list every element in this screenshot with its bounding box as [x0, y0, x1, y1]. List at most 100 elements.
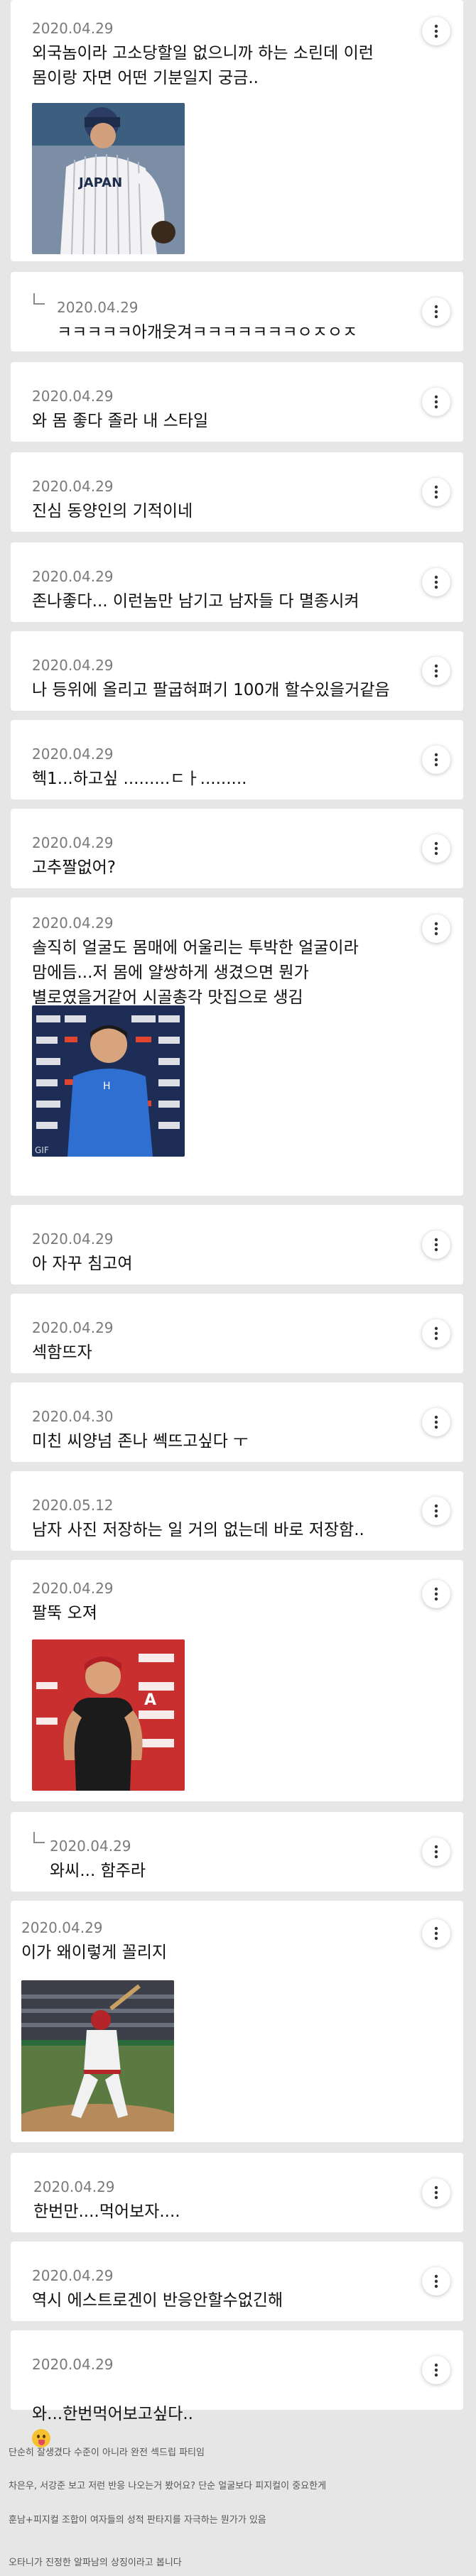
more-options-button[interactable]	[422, 834, 450, 863]
comment-text: 고추짤없어?	[32, 858, 117, 877]
more-options-button[interactable]	[422, 746, 450, 774]
more-vertical-icon	[434, 1326, 438, 1341]
comment-text: 역시 에스트로겐이 반응안할수없긴해	[32, 2291, 283, 2310]
more-options-button[interactable]	[422, 1319, 450, 1348]
svg-text:GIF: GIF	[35, 1145, 49, 1155]
comment-date: 2020.04.29	[32, 2267, 114, 2284]
comment-image[interactable]: A	[32, 1639, 185, 1791]
more-options-button[interactable]	[422, 915, 450, 943]
comment-text: 섹함뜨자	[32, 1343, 92, 1362]
footer-text: 차은우, 서강준 보고 저런 반응 나오는거 봤어요? 단순 얼굴보다 피지컬이…	[9, 2481, 327, 2492]
comment-text: ㅋㅋㅋㅋㅋ아개웃겨ㅋㅋㅋㅋㅋㅋㅋㅇㅈㅇㅈ	[57, 323, 358, 342]
more-options-button[interactable]	[422, 657, 450, 685]
comment-date: 2020.04.29	[50, 1838, 131, 1855]
comment-card: 2020.04.29 한번만....먹어보자....	[11, 2153, 463, 2232]
comment-card: 2020.04.29 진심 동양인의 기적이네	[11, 452, 463, 532]
comment-card: 2020.04.29 와 몸 좋다 졸라 내 스타일	[11, 362, 463, 442]
comment-card: 2020.05.12 남자 사진 저장하는 일 거의 없는데 바로 저장함..	[11, 1471, 463, 1551]
more-vertical-icon	[434, 305, 438, 319]
comment-date: 2020.04.30	[32, 1408, 114, 1425]
comment-text: 남자 사진 저장하는 일 거의 없는데 바로 저장함..	[32, 1521, 364, 1539]
reply-arrow-icon	[33, 293, 45, 305]
comment-card: 2020.04.29 솔직히 얼굴도 몸매에 어울리는 투박한 얼굴이라 맘에듬…	[11, 897, 463, 1196]
more-options-button[interactable]	[422, 1838, 450, 1866]
comment-date: 2020.04.29	[32, 388, 114, 405]
footer-text: 단순히 잘생겼다 수준이 아니라 완전 섹드립 파티임	[9, 2447, 205, 2458]
more-options-button[interactable]	[422, 298, 450, 326]
more-options-button[interactable]	[422, 568, 450, 596]
more-options-button[interactable]	[422, 2178, 450, 2207]
more-options-button[interactable]	[422, 388, 450, 416]
reply-arrow-icon	[33, 1832, 45, 1843]
comment-image[interactable]: H GIF	[32, 1005, 185, 1157]
more-vertical-icon	[434, 664, 438, 678]
comment-text: 와씨... 함주라	[50, 1862, 146, 1880]
more-vertical-icon	[434, 395, 438, 409]
player-sleeveless-image: A	[32, 1639, 185, 1791]
more-vertical-icon	[434, 1926, 438, 1941]
more-vertical-icon	[434, 2363, 438, 2377]
comment-date: 2020.04.29	[32, 1230, 114, 1248]
more-options-button[interactable]	[422, 17, 450, 45]
more-options-button[interactable]	[422, 1919, 450, 1948]
svg-text:JAPAN: JAPAN	[77, 175, 122, 190]
more-options-button[interactable]	[422, 1230, 450, 1259]
more-options-button[interactable]	[422, 478, 450, 506]
comment-text: 솔직히 얼굴도 몸매에 어울리는 투박한 얼굴이라 맘에듬...저 몸에 얄쌍하…	[32, 939, 359, 1007]
comment-feed: 2020.04.29 외국놈이라 고소당할일 없으니까 하는 소린데 이런 몸이…	[0, 0, 476, 2576]
comment-text: 와...한번먹어보고싶다..	[32, 2377, 413, 2452]
more-vertical-icon	[434, 1415, 438, 1429]
comment-card: 2020.04.29 헥1...하고싶 .........ㄷㅏ.........	[11, 720, 463, 799]
comment-card: 2020.04.29 섹함뜨자	[11, 1294, 463, 1373]
more-options-button[interactable]	[422, 2267, 450, 2296]
comment-date: 2020.04.29	[32, 834, 114, 851]
comment-card: 2020.04.29 이가 왜이렇게 꼴리지	[11, 1901, 463, 2142]
more-options-button[interactable]	[422, 1497, 450, 1525]
comment-card: 2020.04.29 아 자꾸 침고여	[11, 1205, 463, 1284]
comment-card: 2020.04.29 존나좋다... 이런놈만 남기고 남자들 다 멸종시켜	[11, 542, 463, 622]
footer-text: 훈남+피지컬 조합이 여자들의 성적 판타지를 자극하는 뭔가가 있음	[9, 2515, 266, 2526]
comment-date: 2020.04.29	[32, 478, 114, 495]
comment-date: 2020.04.29	[32, 20, 114, 37]
reply-card: 2020.04.29 ㅋㅋㅋㅋㅋ아개웃겨ㅋㅋㅋㅋㅋㅋㅋㅇㅈㅇㅈ	[11, 272, 463, 351]
comment-text: 헥1...하고싶 .........ㄷㅏ.........	[32, 770, 247, 788]
comment-date: 2020.04.29	[32, 915, 114, 932]
comment-date: 2020.04.29	[32, 568, 114, 585]
comment-card: 2020.04.29 팔뚝 오져 A	[11, 1560, 463, 1801]
more-vertical-icon	[434, 485, 438, 499]
comment-text: 팔뚝 오져	[32, 1604, 97, 1622]
more-vertical-icon	[434, 2274, 438, 2288]
baseball-player-image: JAPAN	[32, 103, 185, 254]
more-vertical-icon	[434, 1587, 438, 1601]
more-options-button[interactable]	[422, 1408, 450, 1436]
more-vertical-icon	[434, 753, 438, 767]
comment-text: 미친 씨양넘 존나 쎅뜨고싶다 ㅜ	[32, 1432, 249, 1451]
comment-card: 2020.04.29 역시 에스트로겐이 반응안할수없긴해	[11, 2242, 463, 2321]
comment-text: 아 자꾸 침고여	[32, 1255, 133, 1273]
more-vertical-icon	[434, 1238, 438, 1252]
comment-image[interactable]	[21, 1980, 174, 2132]
comment-date: 2020.04.29	[32, 2356, 114, 2373]
comment-date: 2020.04.29	[21, 1919, 103, 1936]
more-options-button[interactable]	[422, 1580, 450, 1608]
svg-text:A: A	[144, 1691, 156, 1709]
more-vertical-icon	[434, 1845, 438, 1859]
comment-text: 와 몸 좋다 졸라 내 스타일	[32, 412, 209, 430]
comment-text-content: 와...한번먹어보고싶다..	[32, 2405, 193, 2423]
comment-date: 2020.04.29	[32, 657, 114, 674]
comment-card: 2020.04.30 미친 씨양넘 존나 쎅뜨고싶다 ㅜ	[11, 1382, 463, 1462]
player-interview-image: H GIF	[32, 1005, 185, 1157]
more-options-button[interactable]	[422, 2356, 450, 2384]
footer-text: 오타니가 진정한 알파남의 상징이라고 봅니다	[9, 2558, 182, 2568]
comment-text: 이가 왜이렇게 꼴리지	[21, 1943, 168, 1962]
comment-date: 2020.04.29	[33, 2178, 115, 2195]
comment-card: 2020.04.29 외국놈이라 고소당할일 없으니까 하는 소린데 이런 몸이…	[11, 0, 463, 261]
more-vertical-icon	[434, 575, 438, 589]
comment-date: 2020.04.29	[32, 1580, 114, 1597]
comment-text: 진심 동양인의 기적이네	[32, 502, 193, 520]
comment-image[interactable]: JAPAN	[32, 103, 185, 254]
comment-date: 2020.04.29	[57, 299, 139, 316]
more-vertical-icon	[434, 922, 438, 936]
comment-text: 외국놈이라 고소당할일 없으니까 하는 소린데 이런 몸이랑 자면 어떤 기분일…	[32, 44, 374, 87]
comment-text: 나 등위에 올리고 팔굽혀펴기 100개 할수있을거같음	[32, 681, 390, 699]
